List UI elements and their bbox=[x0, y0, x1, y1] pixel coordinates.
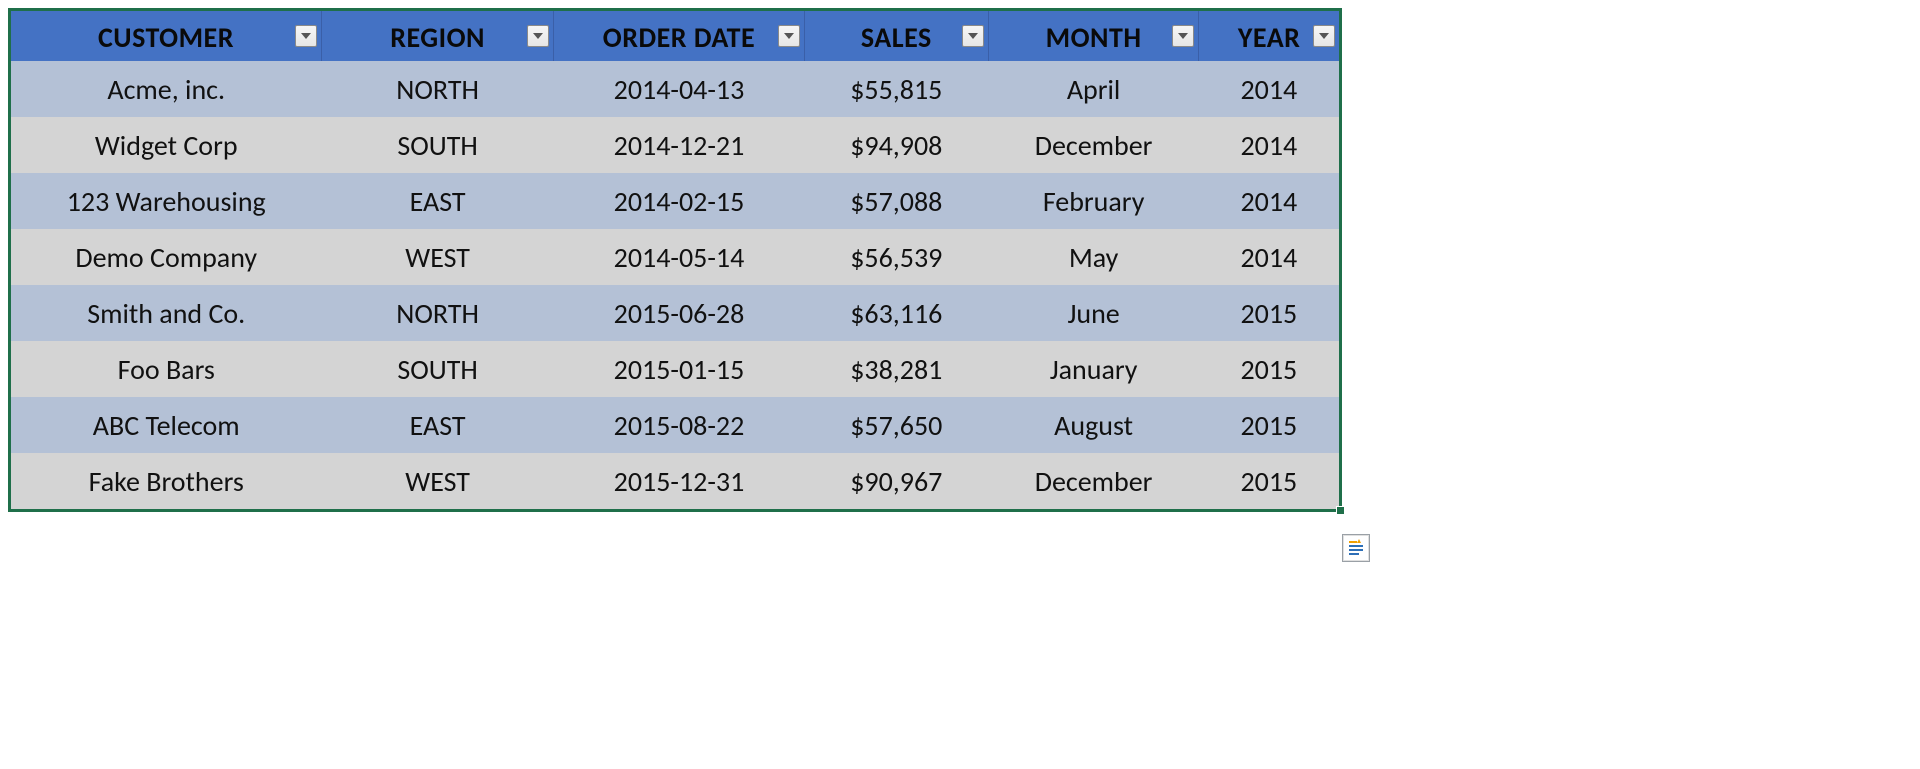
cell-order-date[interactable]: 2014-04-13 bbox=[554, 61, 804, 117]
chevron-down-icon bbox=[784, 33, 794, 39]
cell-month[interactable]: January bbox=[988, 341, 1198, 397]
filter-button-order-date[interactable] bbox=[778, 25, 800, 47]
header-label: REGION bbox=[390, 20, 485, 55]
cell-sales[interactable]: $57,650 bbox=[804, 397, 988, 453]
quick-analysis-icon bbox=[1347, 539, 1365, 557]
cell-customer[interactable]: Demo Company bbox=[11, 229, 321, 285]
cell-month[interactable]: February bbox=[988, 173, 1198, 229]
filter-button-region[interactable] bbox=[527, 25, 549, 47]
cell-month[interactable]: December bbox=[988, 117, 1198, 173]
header-region[interactable]: REGION bbox=[321, 11, 553, 61]
cell-year[interactable]: 2014 bbox=[1199, 229, 1339, 285]
table-row[interactable]: Smith and Co. NORTH 2015-06-28 $63,116 J… bbox=[11, 285, 1339, 341]
cell-customer[interactable]: Fake Brothers bbox=[11, 453, 321, 509]
cell-customer[interactable]: Acme, inc. bbox=[11, 61, 321, 117]
header-customer[interactable]: CUSTOMER bbox=[11, 11, 321, 61]
data-table: CUSTOMER REGION ORDER DATE bbox=[11, 11, 1339, 509]
cell-year[interactable]: 2015 bbox=[1199, 453, 1339, 509]
cell-order-date[interactable]: 2015-08-22 bbox=[554, 397, 804, 453]
cell-region[interactable]: EAST bbox=[321, 397, 553, 453]
cell-month[interactable]: April bbox=[988, 61, 1198, 117]
chevron-down-icon bbox=[533, 33, 543, 39]
table-row[interactable]: ABC Telecom EAST 2015-08-22 $57,650 Augu… bbox=[11, 397, 1339, 453]
cell-year[interactable]: 2014 bbox=[1199, 61, 1339, 117]
cell-year[interactable]: 2015 bbox=[1199, 341, 1339, 397]
chevron-down-icon bbox=[301, 33, 311, 39]
cell-region[interactable]: SOUTH bbox=[321, 341, 553, 397]
cell-sales[interactable]: $63,116 bbox=[804, 285, 988, 341]
cell-year[interactable]: 2014 bbox=[1199, 173, 1339, 229]
filter-button-customer[interactable] bbox=[295, 25, 317, 47]
header-sales[interactable]: SALES bbox=[804, 11, 988, 61]
table-row[interactable]: Fake Brothers WEST 2015-12-31 $90,967 De… bbox=[11, 453, 1339, 509]
cell-year[interactable]: 2014 bbox=[1199, 117, 1339, 173]
cell-region[interactable]: EAST bbox=[321, 173, 553, 229]
cell-month[interactable]: May bbox=[988, 229, 1198, 285]
cell-customer[interactable]: Smith and Co. bbox=[11, 285, 321, 341]
cell-order-date[interactable]: 2014-12-21 bbox=[554, 117, 804, 173]
cell-order-date[interactable]: 2015-12-31 bbox=[554, 453, 804, 509]
cell-sales[interactable]: $94,908 bbox=[804, 117, 988, 173]
cell-region[interactable]: WEST bbox=[321, 229, 553, 285]
selection-border: CUSTOMER REGION ORDER DATE bbox=[8, 8, 1342, 512]
cell-sales[interactable]: $90,967 bbox=[804, 453, 988, 509]
filter-button-month[interactable] bbox=[1172, 25, 1194, 47]
table-row[interactable]: Foo Bars SOUTH 2015-01-15 $38,281 Januar… bbox=[11, 341, 1339, 397]
header-label: YEAR bbox=[1238, 20, 1301, 55]
table-row[interactable]: Acme, inc. NORTH 2014-04-13 $55,815 Apri… bbox=[11, 61, 1339, 117]
cell-year[interactable]: 2015 bbox=[1199, 285, 1339, 341]
cell-customer[interactable]: 123 Warehousing bbox=[11, 173, 321, 229]
cell-sales[interactable]: $57,088 bbox=[804, 173, 988, 229]
cell-region[interactable]: WEST bbox=[321, 453, 553, 509]
header-year[interactable]: YEAR bbox=[1199, 11, 1339, 61]
chevron-down-icon bbox=[1178, 33, 1188, 39]
cell-order-date[interactable]: 2014-02-15 bbox=[554, 173, 804, 229]
filter-button-sales[interactable] bbox=[962, 25, 984, 47]
cell-region[interactable]: NORTH bbox=[321, 285, 553, 341]
cell-order-date[interactable]: 2014-05-14 bbox=[554, 229, 804, 285]
chevron-down-icon bbox=[1319, 33, 1329, 39]
header-label: ORDER DATE bbox=[603, 20, 755, 55]
header-month[interactable]: MONTH bbox=[988, 11, 1198, 61]
chevron-down-icon bbox=[968, 33, 978, 39]
filter-button-year[interactable] bbox=[1313, 25, 1335, 47]
selection-fill-handle[interactable] bbox=[1336, 506, 1345, 515]
cell-customer[interactable]: Widget Corp bbox=[11, 117, 321, 173]
header-row: CUSTOMER REGION ORDER DATE bbox=[11, 11, 1339, 61]
cell-customer[interactable]: Foo Bars bbox=[11, 341, 321, 397]
cell-order-date[interactable]: 2015-06-28 bbox=[554, 285, 804, 341]
cell-month[interactable]: June bbox=[988, 285, 1198, 341]
quick-analysis-button[interactable] bbox=[1342, 534, 1370, 562]
header-label: CUSTOMER bbox=[98, 20, 234, 55]
cell-customer[interactable]: ABC Telecom bbox=[11, 397, 321, 453]
cell-region[interactable]: SOUTH bbox=[321, 117, 553, 173]
cell-sales[interactable]: $38,281 bbox=[804, 341, 988, 397]
cell-month[interactable]: December bbox=[988, 453, 1198, 509]
table-row[interactable]: Demo Company WEST 2014-05-14 $56,539 May… bbox=[11, 229, 1339, 285]
cell-region[interactable]: NORTH bbox=[321, 61, 553, 117]
table-row[interactable]: Widget Corp SOUTH 2014-12-21 $94,908 Dec… bbox=[11, 117, 1339, 173]
cell-sales[interactable]: $56,539 bbox=[804, 229, 988, 285]
header-label: SALES bbox=[861, 20, 932, 55]
cell-year[interactable]: 2015 bbox=[1199, 397, 1339, 453]
header-label: MONTH bbox=[1046, 20, 1142, 55]
spreadsheet-region: CUSTOMER REGION ORDER DATE bbox=[8, 8, 1342, 512]
header-order-date[interactable]: ORDER DATE bbox=[554, 11, 804, 61]
cell-order-date[interactable]: 2015-01-15 bbox=[554, 341, 804, 397]
cell-sales[interactable]: $55,815 bbox=[804, 61, 988, 117]
table-row[interactable]: 123 Warehousing EAST 2014-02-15 $57,088 … bbox=[11, 173, 1339, 229]
cell-month[interactable]: August bbox=[988, 397, 1198, 453]
